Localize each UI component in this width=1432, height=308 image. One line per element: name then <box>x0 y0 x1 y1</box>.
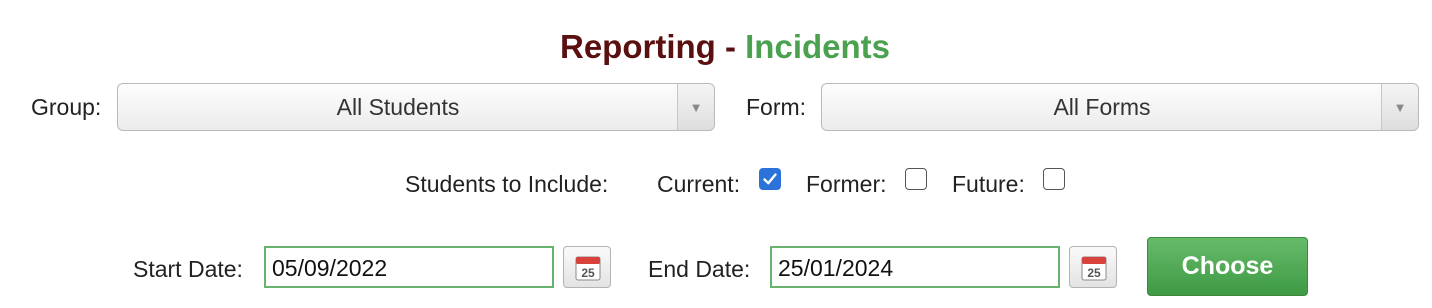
end-date-label: End Date: <box>648 256 751 282</box>
page-title: Reporting - Incidents <box>0 28 1432 66</box>
calendar-icon: 25 <box>575 256 601 281</box>
start-date-calendar-button[interactable]: 25 <box>563 246 611 288</box>
form-select-value: All Forms <box>1053 93 1151 120</box>
form-select[interactable]: All Forms ▼ <box>821 83 1419 131</box>
current-label: Current: <box>657 171 741 197</box>
future-label: Future: <box>952 171 1025 197</box>
start-date-input[interactable]: 05/09/2022 <box>264 246 554 288</box>
group-select-value: All Students <box>336 93 460 120</box>
current-checkbox[interactable] <box>759 168 781 190</box>
svg-text:25: 25 <box>1087 266 1101 280</box>
end-date-calendar-button[interactable]: 25 <box>1069 246 1117 288</box>
chevron-down-icon[interactable]: ▼ <box>1381 84 1418 130</box>
title-reporting: Reporting - <box>559 28 746 65</box>
former-checkbox[interactable] <box>905 168 927 190</box>
calendar-icon: 25 <box>1081 256 1107 281</box>
students-include-label: Students to Include: <box>405 171 609 197</box>
former-label: Former: <box>806 171 887 197</box>
title-incidents: Incidents <box>745 28 890 65</box>
svg-text:25: 25 <box>581 266 595 280</box>
start-date-label: Start Date: <box>133 256 243 282</box>
chevron-down-icon[interactable]: ▼ <box>677 84 714 130</box>
group-label: Group: <box>31 94 102 120</box>
group-select[interactable]: All Students ▼ <box>117 83 715 131</box>
choose-button[interactable]: Choose <box>1147 237 1308 296</box>
end-date-input[interactable]: 25/01/2024 <box>770 246 1060 288</box>
checkmark-icon <box>763 173 777 185</box>
future-checkbox[interactable] <box>1043 168 1065 190</box>
form-label: Form: <box>746 94 807 120</box>
